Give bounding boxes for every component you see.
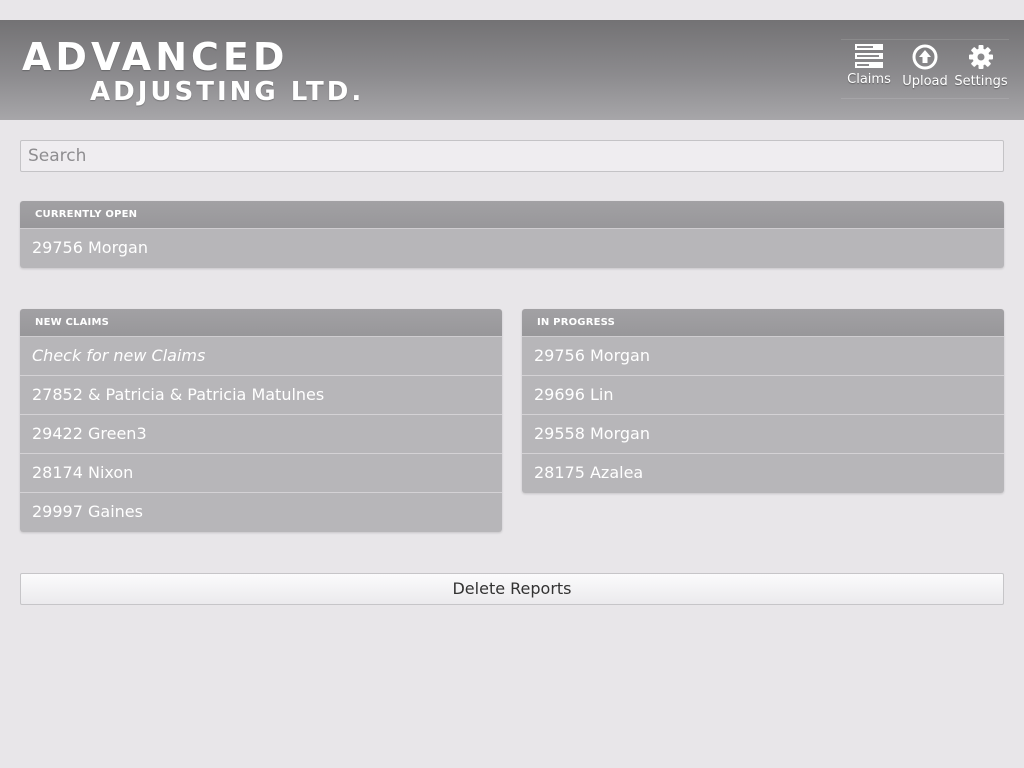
search-input[interactable] (20, 140, 1004, 172)
new-claims-panel: NEW CLAIMS Check for new Claims 27852 & … (20, 309, 502, 532)
upload-icon (912, 44, 938, 70)
claims-button[interactable]: Claims (841, 40, 897, 100)
list-item[interactable]: 27852 & Patricia & Patricia Matulnes (20, 376, 502, 415)
list-item[interactable]: 29558 Morgan (522, 415, 1004, 454)
list-item[interactable]: 28175 Azalea (522, 454, 1004, 493)
list-item[interactable]: 29997 Gaines (20, 493, 502, 532)
new-claims-header: NEW CLAIMS (20, 309, 502, 337)
header-toolbar: Claims Upload Settings (841, 39, 1009, 99)
list-item[interactable]: 29756 Morgan (522, 337, 1004, 376)
upload-button[interactable]: Upload (897, 40, 953, 100)
upload-label: Upload (902, 74, 948, 89)
delete-reports-button[interactable]: Delete Reports (20, 573, 1004, 605)
list-item[interactable]: 29422 Green3 (20, 415, 502, 454)
logo-line1: ADVANCED (22, 35, 289, 79)
claims-list-icon (855, 44, 883, 68)
company-logo: ADVANCED ADJUSTING LTD. (22, 36, 364, 106)
list-item[interactable]: 29756 Morgan (20, 229, 1004, 268)
logo-line2: ADJUSTING LTD. (90, 77, 365, 107)
app-header: ADVANCED ADJUSTING LTD. Claims Upload Se… (0, 20, 1024, 120)
in-progress-header: IN PROGRESS (522, 309, 1004, 337)
in-progress-panel: IN PROGRESS 29756 Morgan 29696 Lin 29558… (522, 309, 1004, 493)
list-item[interactable]: 29696 Lin (522, 376, 1004, 415)
gear-icon (968, 44, 994, 70)
claims-label: Claims (847, 72, 891, 87)
settings-label: Settings (954, 74, 1008, 89)
list-item[interactable]: 28174 Nixon (20, 454, 502, 493)
status-strip (0, 0, 1024, 20)
settings-button[interactable]: Settings (953, 40, 1009, 100)
currently-open-panel: CURRENTLY OPEN 29756 Morgan (20, 201, 1004, 268)
currently-open-header: CURRENTLY OPEN (20, 201, 1004, 229)
check-new-claims-button[interactable]: Check for new Claims (20, 337, 502, 376)
